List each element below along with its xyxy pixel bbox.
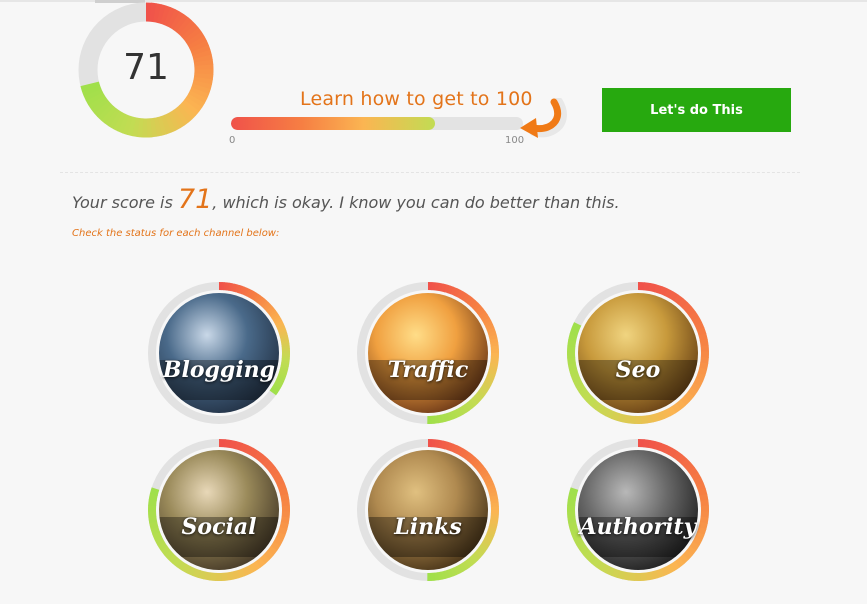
summary-score: 71 xyxy=(177,184,213,215)
status-hint: Check the status for each channel below: xyxy=(72,228,280,239)
learn-link[interactable]: Learn how to get to 100 xyxy=(300,88,533,110)
lets-do-this-button[interactable]: Let's do This xyxy=(602,88,791,132)
gavel-photo-icon xyxy=(567,439,709,581)
channel-social[interactable]: Social xyxy=(146,437,292,583)
people-photo-icon xyxy=(148,439,290,581)
summary-prefix: Your score is xyxy=(72,193,178,212)
progress-bar xyxy=(231,117,523,130)
progress-fill xyxy=(231,117,436,130)
curved-arrow-icon xyxy=(520,98,567,138)
summary-suffix: , which is okay. I know you can do bette… xyxy=(212,193,620,212)
channel-blogging[interactable]: Blogging xyxy=(146,280,292,426)
gears-photo-icon xyxy=(357,439,500,581)
compass-photo-icon xyxy=(567,282,709,424)
channel-label-authority: Authority xyxy=(579,514,697,540)
channel-traffic[interactable]: Traffic xyxy=(355,280,501,426)
progress-min-label: 0 xyxy=(229,135,236,146)
channel-links[interactable]: Links xyxy=(355,437,501,583)
channel-label-traffic: Traffic xyxy=(387,357,469,383)
section-divider xyxy=(60,172,800,173)
channel-label-seo: Seo xyxy=(615,357,661,383)
channel-authority[interactable]: Authority xyxy=(565,437,711,583)
score-summary: Your score is 71, which is okay. I know … xyxy=(72,184,620,215)
channel-label-blogging: Blogging xyxy=(162,357,276,383)
score-value: 71 xyxy=(123,47,169,88)
traffic-photo-icon xyxy=(357,282,500,424)
channel-label-social: Social xyxy=(181,514,257,540)
channel-seo[interactable]: Seo xyxy=(565,280,711,426)
channel-label-links: Links xyxy=(394,514,462,540)
blogging-photo-icon xyxy=(148,282,290,424)
